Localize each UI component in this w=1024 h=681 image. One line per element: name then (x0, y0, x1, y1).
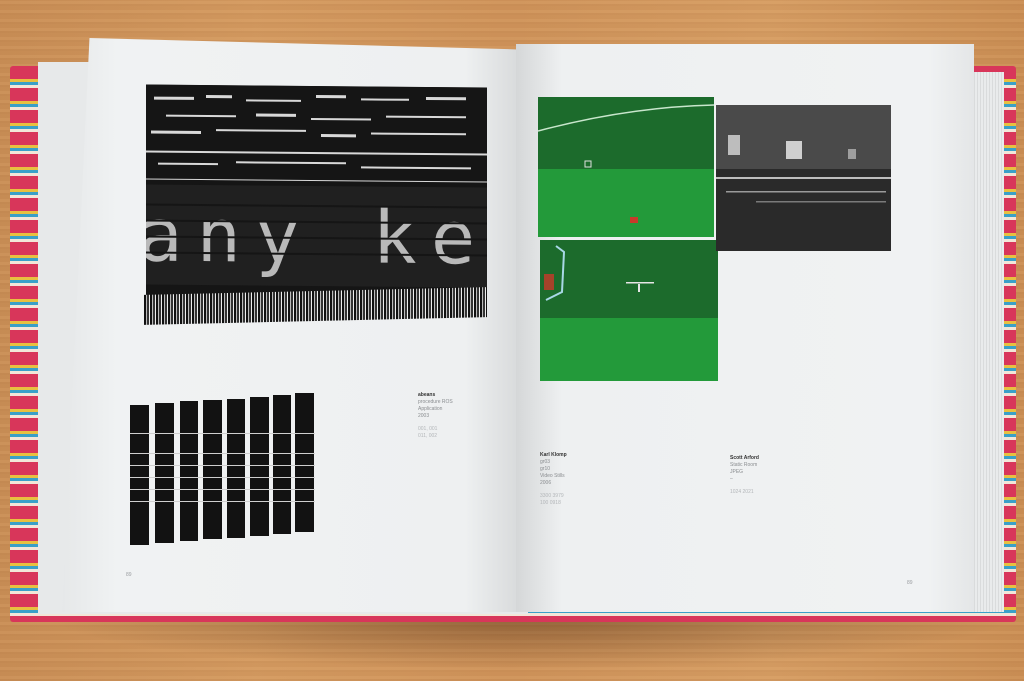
ref-line: 011, 002 (418, 433, 438, 439)
work-year: 2003 (418, 413, 430, 419)
right-caption-arford: Scott Arford Static Room JPEG – 1024 202… (730, 455, 759, 496)
ref-line: 100 0918 (540, 500, 561, 506)
artist-name: Karl Klomp (540, 452, 567, 458)
ref-line: 3300 3979 (540, 493, 564, 499)
green-field-image-bottom (540, 240, 718, 381)
caption-line: gr10 (540, 466, 551, 472)
caption-line: gr03 (540, 459, 551, 465)
caption-line: – (730, 476, 733, 482)
any-key-glitch-image: any key (146, 84, 487, 304)
work-title: procedure ROS (418, 399, 453, 405)
static-room-image (716, 105, 891, 251)
right-folio: 89 (907, 580, 913, 586)
left-folio: 89 (126, 572, 132, 578)
vertical-bars-glitch-image (130, 393, 315, 545)
caption-line: 2006 (540, 480, 552, 486)
work-medium: Application (418, 406, 443, 412)
ref-line: 1024 2021 (730, 489, 754, 495)
caption-line: Video Stills (540, 473, 565, 479)
artist-name: abeans (418, 392, 436, 398)
right-page-stack (972, 72, 1004, 612)
caption-line: Static Room (730, 462, 758, 468)
caption-line: JPEG (730, 469, 744, 475)
artist-name: Scott Arford (730, 455, 759, 461)
right-caption-klomp: Karl Klomp gr03 gr10 Video Stills 2006 3… (540, 452, 567, 507)
ref-line: 001, 001 (418, 426, 438, 432)
green-field-image-top (538, 97, 714, 237)
left-caption: abeans procedure ROS Application 2003 00… (418, 392, 453, 440)
